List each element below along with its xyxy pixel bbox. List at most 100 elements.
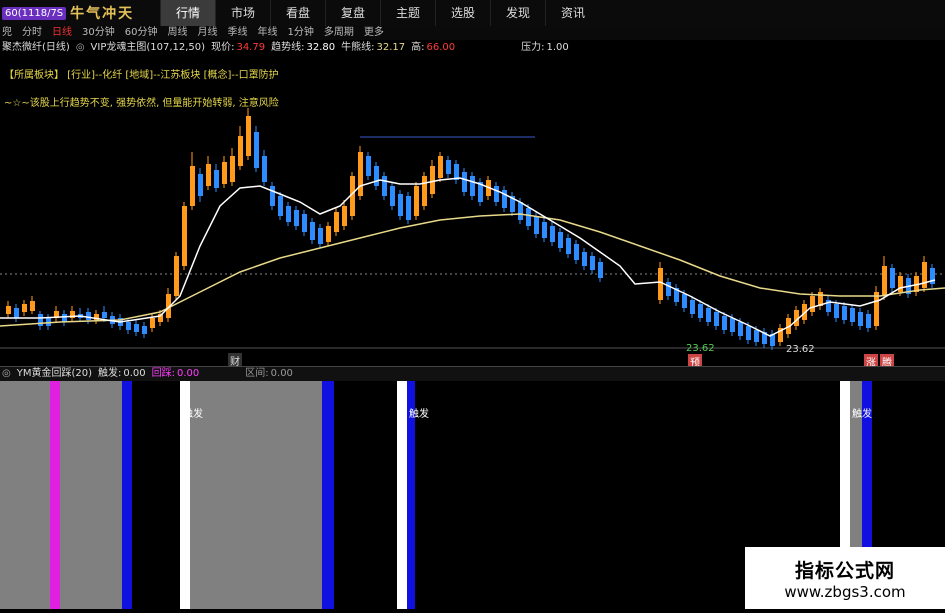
period-5[interactable]: 月线 xyxy=(197,26,217,40)
candle-body xyxy=(706,308,711,322)
candle-body xyxy=(518,202,523,220)
candle-body xyxy=(174,256,179,296)
candle-body xyxy=(558,232,563,248)
candle-body xyxy=(470,176,475,196)
candle-body xyxy=(310,222,315,240)
tab-5[interactable]: 选股 xyxy=(435,0,490,26)
trigger-label: 触发: xyxy=(98,368,122,379)
tab-6[interactable]: 发现 xyxy=(490,0,545,26)
app-logo[interactable]: 60(1118/7S 牛气冲天 xyxy=(2,2,134,24)
tab-0[interactable]: 行情 xyxy=(160,0,215,26)
low-label-1: 23.62 xyxy=(686,343,715,354)
candle-body xyxy=(214,170,219,188)
candle-body xyxy=(198,174,203,196)
candle-body xyxy=(302,214,307,232)
candle-body xyxy=(262,156,267,182)
candle-body xyxy=(102,312,107,318)
period-4[interactable]: 周线 xyxy=(167,26,187,40)
qujian-label: 区间: xyxy=(245,368,269,379)
period-7[interactable]: 年线 xyxy=(257,26,277,40)
candle-body xyxy=(690,300,695,314)
tab-3[interactable]: 复盘 xyxy=(325,0,380,26)
price-value: 34.79 xyxy=(236,42,266,53)
candle-body xyxy=(698,304,703,318)
candle-body xyxy=(358,152,363,196)
candle-body xyxy=(542,222,547,238)
bull-value: 32.17 xyxy=(376,42,406,53)
candle-body xyxy=(550,226,555,242)
candle-body xyxy=(126,322,131,330)
candle-body xyxy=(382,176,387,196)
candle-body xyxy=(462,172,467,192)
candle-body xyxy=(326,226,331,242)
top-navigation-bar: 60(1118/7S 牛气冲天 行情 市场 看盘 复盘 主题 选股 发现 资讯 xyxy=(0,0,945,27)
candle-body xyxy=(406,196,411,220)
settings-icon[interactable]: ◎ xyxy=(76,40,85,55)
candle-body xyxy=(810,296,815,312)
tab-1[interactable]: 市场 xyxy=(215,0,270,26)
candle-body xyxy=(858,312,863,326)
period-9[interactable]: 多周期 xyxy=(324,26,354,40)
candle-body xyxy=(190,166,195,206)
candle-body xyxy=(590,256,595,270)
candle-body xyxy=(334,212,339,232)
candle-body xyxy=(142,326,147,334)
tab-2[interactable]: 看盘 xyxy=(270,0,325,26)
candle-body xyxy=(738,322,743,336)
candle-body xyxy=(754,330,759,342)
candle-body xyxy=(574,244,579,260)
pressure-label: 压力: xyxy=(521,42,545,53)
watermark: 指标公式网 www.zbgs3.com xyxy=(745,547,945,609)
candle-body xyxy=(150,318,155,328)
candle-body xyxy=(842,306,847,320)
sector-annotation: 【所属板块】 [行业]--化纤 [地域]--江苏板块 [概念]--口罩防护 xyxy=(4,70,279,81)
candle-body xyxy=(230,156,235,182)
period-1[interactable]: 日线 xyxy=(52,26,72,40)
pressure-value: 1.00 xyxy=(546,42,569,53)
main-tabs: 行情 市场 看盘 复盘 主题 选股 发现 资讯 xyxy=(160,0,600,26)
candle-body xyxy=(390,186,395,206)
candle-body xyxy=(398,194,403,216)
candle-body xyxy=(534,216,539,234)
period-10[interactable]: 更多 xyxy=(364,26,384,40)
sub-settings-icon[interactable]: ◎ xyxy=(2,367,11,381)
sub-indicator-name[interactable]: YM黄金回踩(20) xyxy=(17,367,92,381)
stock-info-bar: 聚杰微纤(日线) ◎ VIP龙魂主图(107,12,50) 现价: 34.79 … xyxy=(0,40,945,55)
candle-body xyxy=(746,326,751,340)
low-label-2: 23.62 xyxy=(786,344,815,355)
period-2[interactable]: 30分钟 xyxy=(82,26,115,40)
candle-body xyxy=(494,186,499,202)
watermark-url: www.zbgs3.com xyxy=(784,582,906,601)
indicator-name[interactable]: VIP龙魂主图(107,12,50) xyxy=(91,40,206,55)
candle-body xyxy=(414,186,419,216)
period-prefix: 兜 xyxy=(2,27,12,38)
candle-body xyxy=(270,186,275,206)
candle-body xyxy=(6,306,11,314)
high-value: 66.00 xyxy=(426,42,456,53)
stock-name[interactable]: 聚杰微纤(日线) xyxy=(2,40,70,55)
sub-indicator-header: ◎ YM黄金回踩(20) 触发: 0.00 回踩: 0.00 区间: 0.00 xyxy=(0,366,945,381)
candle-body xyxy=(22,304,27,312)
candlestick-chart[interactable]: 【所属板块】 [行业]--化纤 [地域]--江苏板块 [概念]--口罩防护 ~☆… xyxy=(0,56,945,369)
tab-4[interactable]: 主题 xyxy=(380,0,435,26)
candle-body xyxy=(882,266,887,296)
candle-body xyxy=(422,176,427,206)
candle-body xyxy=(374,166,379,186)
candle-body xyxy=(238,136,243,166)
candle-body xyxy=(294,210,299,226)
period-3[interactable]: 60分钟 xyxy=(125,26,158,40)
period-0[interactable]: 分时 xyxy=(22,26,42,40)
candle-body xyxy=(30,301,35,311)
candle-body xyxy=(430,166,435,194)
candle-body xyxy=(438,156,443,178)
tab-7[interactable]: 资讯 xyxy=(545,0,600,26)
candle-body xyxy=(366,156,371,176)
trigger-marker-2: 触发 xyxy=(409,409,429,420)
candle-body xyxy=(714,312,719,326)
period-8[interactable]: 1分钟 xyxy=(287,26,313,40)
candle-body xyxy=(14,308,19,318)
period-6[interactable]: 季线 xyxy=(227,26,247,40)
candle-body xyxy=(850,308,855,322)
watermark-title: 指标公式网 xyxy=(794,559,895,582)
candle-body xyxy=(582,252,587,266)
